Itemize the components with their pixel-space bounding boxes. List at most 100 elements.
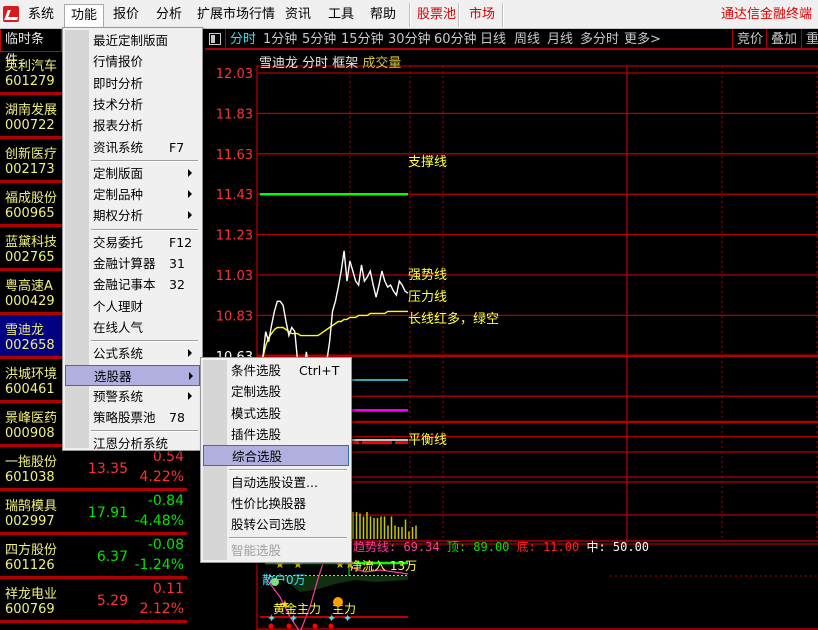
indicator-value: 中: (586, 539, 612, 554)
menu-item-label: 自动选股设置... (231, 474, 318, 490)
price-tick-label: 10.83 (216, 309, 253, 324)
indicator-value: 50.00 (613, 540, 649, 554)
menu-help[interactable]: 帮助 (364, 4, 402, 26)
net-inflow-label: 净流入 13万 (350, 559, 417, 573)
menu-item-label: 模式选股 (231, 405, 282, 421)
stock-row[interactable]: 祥龙电业 600769 5.29 0.11 2.12% (0, 580, 187, 623)
tab-weekly[interactable]: 周线 (514, 29, 540, 50)
menu-item[interactable]: 公式系统 (65, 343, 200, 364)
submenu-arrow-icon (189, 371, 193, 380)
menu-item[interactable]: 技术分析 (65, 94, 200, 115)
menu-item[interactable]: 报表分析 (65, 115, 200, 136)
menu-item[interactable]: 金融记事本 32 (65, 274, 200, 295)
menu-item[interactable]: 行情报价 (65, 51, 200, 72)
stock-name: 英利汽车 (5, 59, 58, 74)
menu-item[interactable]: 资讯系统 F7 (65, 137, 200, 158)
stock-price: 13.35 (87, 461, 128, 477)
menu-function[interactable]: 功能 (64, 4, 105, 29)
menu-item-label: 定制选股 (231, 384, 282, 400)
menu-item[interactable]: 综合选股 (203, 445, 349, 467)
tab-multi-intraday[interactable]: 多分时 (580, 29, 619, 50)
menu-item[interactable]: 在线人气 (65, 317, 200, 338)
menu-item-label: 报表分析 (93, 118, 144, 134)
tab-daily[interactable]: 日线 (480, 29, 506, 50)
stock-code: 601279 (5, 74, 55, 89)
menu-item-label: 插件选股 (231, 426, 282, 442)
menu-item[interactable]: 预警系统 (65, 386, 200, 407)
menu-separator (458, 3, 460, 27)
strong-label: 强势线 (408, 267, 447, 283)
stock-code: 000722 (5, 118, 55, 133)
stock-name: 湖南发展 (5, 103, 58, 118)
stock-code: 600965 (5, 206, 55, 221)
menu-news[interactable]: 资讯 (279, 4, 317, 26)
stock-name: 雪迪龙 (5, 323, 45, 338)
menu-tools[interactable]: 工具 (322, 4, 360, 26)
menu-item[interactable]: 交易委托 F12 (65, 232, 200, 253)
menu-item[interactable]: 策略股票池 78 (65, 407, 200, 428)
stock-row[interactable]: 瑞鹄模具 002997 17.91 -0.84 -4.48% (0, 492, 187, 535)
menu-separator (502, 3, 504, 27)
menu-item[interactable]: 自动选股设置... (203, 472, 349, 493)
call-auction-button[interactable]: 竞价 (737, 29, 763, 50)
stock-change: 0.11 (152, 581, 184, 597)
menu-item[interactable]: 定制品种 (65, 184, 200, 205)
panel-toggle-icon[interactable] (209, 33, 221, 45)
tab-more[interactable]: 更多> (624, 29, 661, 50)
menu-item-label: 预警系统 (93, 388, 144, 404)
menu-quote[interactable]: 报价 (107, 4, 145, 26)
menu-item[interactable]: 金融计算器 31 (65, 253, 200, 274)
menu-extended-market[interactable]: 扩展市场行情 (191, 4, 281, 26)
menu-system[interactable]: 系统 (22, 4, 60, 26)
reset-button[interactable]: 重 (806, 29, 818, 50)
stock-change-pct: -1.24% (134, 557, 184, 573)
menu-item-label: 综合选股 (232, 449, 283, 465)
menu-analysis[interactable]: 分析 (150, 4, 188, 26)
menu-item[interactable]: 股转公司选股 (203, 514, 349, 535)
menu-item-label: 资讯系统 (93, 139, 144, 155)
indicator-value: 顶: (447, 540, 473, 554)
overlay-button[interactable]: 叠加 (771, 29, 797, 50)
tab-1min[interactable]: 1分钟 (263, 29, 297, 50)
tab-30min[interactable]: 30分钟 (388, 29, 431, 50)
menu-separator (91, 430, 198, 433)
menu-item[interactable]: 模式选股 (203, 403, 349, 424)
submenu-arrow-icon (188, 349, 192, 358)
menu-item[interactable]: 江恩分析系统 (65, 433, 200, 454)
function-menu: 最近定制版面 行情报价 即时分析 技术分析报表分析资讯系统 F7 定制版面定制品种 期权分析… (62, 27, 203, 451)
menu-item-label: 定制版面 (93, 165, 144, 181)
menu-stock-pool[interactable]: 股票池 (411, 4, 462, 26)
menu-separator (91, 340, 198, 343)
menu-item-shortcut: 32 (169, 277, 185, 293)
price-tick-label: 11.83 (216, 107, 253, 122)
stock-row[interactable]: 一拖股份 601038 13.35 0.54 4.22% (0, 448, 187, 491)
stock-name: 瑞鹄模具 (5, 499, 58, 514)
menu-item[interactable]: 选股器 (65, 364, 200, 386)
tab-intraday[interactable]: 分时 (230, 29, 256, 50)
stock-row[interactable]: 四方股份 601126 6.37 -0.08 -1.24% (0, 536, 187, 579)
menu-item[interactable]: 插件选股 (203, 424, 349, 445)
chart-title-stock: 雪迪龙 (259, 56, 298, 71)
submenu-arrow-icon (188, 211, 192, 220)
tab-60min[interactable]: 60分钟 (434, 29, 477, 50)
stock-change-pct: 2.12% (139, 601, 184, 617)
menu-separator (229, 537, 347, 540)
menu-item[interactable]: 期权分析 (65, 205, 200, 226)
tab-5min[interactable]: 5分钟 (302, 29, 336, 50)
stock-name: 蓝黛科技 (5, 235, 58, 250)
menu-market[interactable]: 市场 (463, 4, 501, 26)
menu-item[interactable]: 定制版面 (65, 163, 200, 184)
menu-item[interactable]: 最近定制版面 (65, 30, 200, 51)
stock-code: 000429 (5, 294, 55, 309)
menu-item[interactable]: 即时分析 (65, 73, 200, 94)
menu-item[interactable]: 性价比换股器 (203, 493, 349, 514)
stock-list-header[interactable]: 临时条件.. (0, 29, 62, 68)
menu-item[interactable]: 定制选股 (203, 381, 349, 402)
tab-monthly[interactable]: 月线 (547, 29, 573, 50)
menu-item[interactable]: 个人理财 (65, 296, 200, 317)
menu-item-shortcut: F7 (169, 139, 185, 155)
menu-item-label: 选股器 (94, 368, 132, 384)
menu-item[interactable]: 条件选股 Ctrl+T (203, 360, 349, 381)
stock-code: 002173 (5, 162, 55, 177)
tab-15min[interactable]: 15分钟 (341, 29, 384, 50)
